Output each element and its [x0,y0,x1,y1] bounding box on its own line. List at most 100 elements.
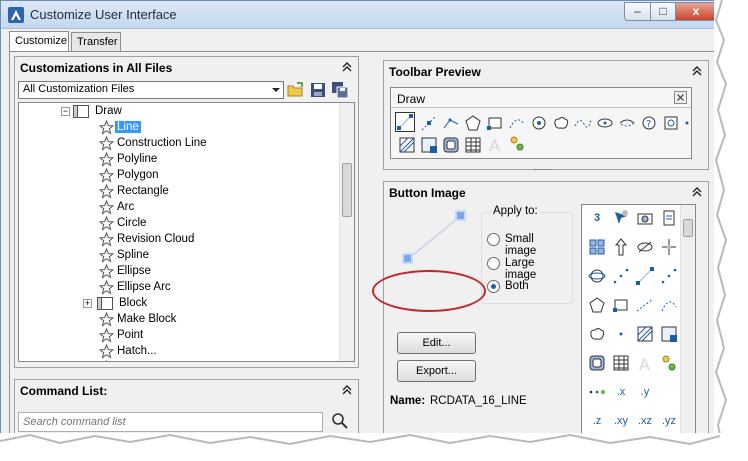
search-icon[interactable] [331,412,349,430]
grid-scrollbar[interactable] [680,205,695,435]
tree-item-spline[interactable]: Spline [99,248,299,264]
radio-both-control[interactable] [487,280,500,293]
line-icon[interactable] [395,112,415,132]
export-button[interactable]: Export... [397,360,476,382]
tab-customize[interactable]: Customize [9,31,69,53]
button-image-grid[interactable]: 3 A .x .y .z .xy .xz .yz [581,204,696,435]
polyline-icon[interactable] [442,114,460,132]
revision-cloud-icon[interactable] [552,114,570,132]
tree-item-make-block[interactable]: Make Block [99,312,299,328]
tree-item-line[interactable]: Line [99,120,299,136]
save-as-icon[interactable] [331,81,349,99]
orbit-icon[interactable] [586,265,608,287]
document-icon[interactable] [658,207,680,229]
dashed-line-icon[interactable] [634,294,656,316]
grid-text-image[interactable]: .z [586,410,608,432]
spline-icon[interactable] [574,114,592,132]
tree-item-construction-line[interactable]: Construction Line [99,136,299,152]
close-icon[interactable] [674,91,687,104]
region-icon[interactable] [586,352,608,374]
multiline-text-icon[interactable]: A [486,136,504,154]
collapse-up-icon[interactable] [691,65,703,77]
camera-icon[interactable] [634,207,656,229]
command-search-input[interactable] [18,412,323,432]
tree-item-point[interactable]: Point [99,328,299,344]
collapse-up-icon[interactable] [341,384,353,396]
ellipse-axis-icon[interactable] [634,236,656,258]
close-button[interactable]: x [675,2,715,21]
tree-item-arc[interactable]: Arc [99,200,299,216]
collapse-up-icon[interactable] [691,186,703,198]
ellipse-icon[interactable] [596,114,614,132]
tab-transfer[interactable]: Transfer [71,32,121,52]
radio-large-image-control[interactable] [487,257,500,270]
polygon-icon[interactable] [464,114,482,132]
edit-button[interactable]: Edit... [397,332,476,354]
hatch-icon[interactable] [398,136,416,154]
rectangle-icon[interactable] [486,114,504,132]
point-icon[interactable] [610,323,632,345]
ellipse-arc-icon[interactable] [618,114,636,132]
crosshair-icon[interactable] [658,236,680,258]
tree-scrollbar[interactable] [339,103,354,361]
up-arrow-icon[interactable] [610,236,632,258]
collapse-node-icon[interactable]: − [61,107,70,116]
collapse-up-icon[interactable] [341,61,353,73]
tree-item-revision-cloud[interactable]: Revision Cloud [99,232,299,248]
add-selected-icon[interactable] [508,134,526,152]
gradient-icon[interactable] [658,323,680,345]
tree-item-ellipse-arc[interactable]: Ellipse Arc [99,280,299,296]
grid-text-image[interactable]: 3 [586,207,608,229]
pointer-icon[interactable] [610,207,632,229]
panel-splitter[interactable] [534,169,554,173]
tree-scroll-thumb[interactable] [342,163,352,217]
grid-text-image[interactable]: .xz [634,410,656,432]
dotted-line-icon[interactable] [658,265,680,287]
table-icon[interactable] [464,136,482,154]
tree-item-ellipse[interactable]: Ellipse [99,264,299,280]
revision-cloud-icon[interactable] [586,323,608,345]
construction-line-icon[interactable] [420,114,438,132]
radio-large-image[interactable]: Large image [487,256,567,281]
text-icon[interactable]: A [634,352,656,374]
table-icon[interactable] [610,352,632,374]
radio-small-image[interactable]: Small image [487,232,567,257]
gradient-icon[interactable] [420,136,438,154]
grid-text-image[interactable]: .x [610,381,632,403]
expand-node-icon[interactable]: + [83,299,92,308]
customization-tree[interactable]: − Draw Line Construction Line Polyline Poly… [18,102,355,362]
point-icon[interactable] [682,114,692,132]
points-icon[interactable] [586,381,608,403]
arc-icon[interactable] [508,114,526,132]
vertical-splitter[interactable] [365,52,379,435]
tree-item-rectangle[interactable]: Rectangle [99,184,299,200]
polygon-icon[interactable] [586,294,608,316]
circle-icon[interactable] [530,114,548,132]
open-folder-icon[interactable] [287,81,305,99]
add-selected-icon[interactable] [658,352,680,374]
tree-item-block[interactable]: + Block [83,296,283,312]
radio-both[interactable]: Both [487,279,567,295]
grid-text-image[interactable]: .y [634,381,656,403]
radio-small-image-control[interactable] [487,233,500,246]
grid-text-image[interactable]: .xy [610,410,632,432]
minimize-button[interactable]: – [624,2,651,21]
dotted-line-icon[interactable] [610,265,632,287]
make-block-icon[interactable] [662,114,680,132]
insert-block-icon[interactable]: ? [640,114,658,132]
line-icon[interactable] [634,265,656,287]
tree-item-polyline[interactable]: Polyline [99,152,299,168]
rectangle-icon[interactable] [610,294,632,316]
grid-scroll-thumb[interactable] [683,219,693,237]
grid-text-image[interactable]: .yz [658,410,680,432]
tree-item-gradient[interactable]: Gradient [99,360,299,361]
tree-item-polygon[interactable]: Polygon [99,168,299,184]
hatch-icon[interactable] [634,323,656,345]
maximize-button[interactable]: □ [650,2,676,21]
tree-item-circle[interactable]: Circle [99,216,299,232]
customization-files-dropdown[interactable]: All Customization Files [18,81,284,99]
save-icon[interactable] [309,81,327,99]
grid-icon[interactable] [586,236,608,258]
arc-icon[interactable] [658,294,680,316]
tree-item-hatch[interactable]: Hatch... [99,344,299,360]
